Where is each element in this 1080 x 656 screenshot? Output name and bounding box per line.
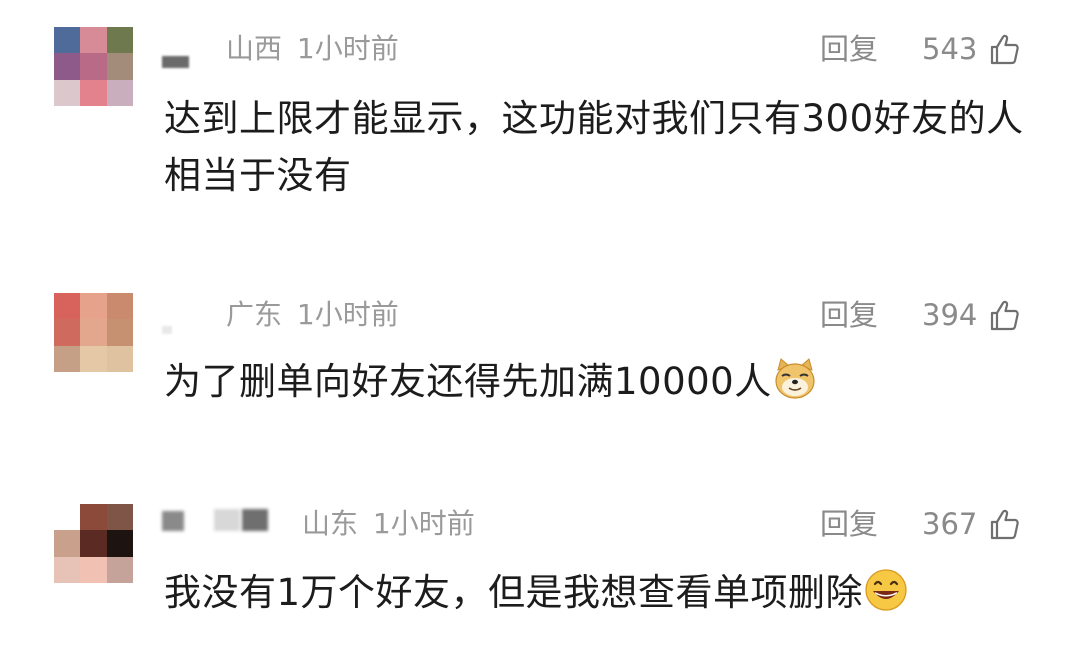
avatar-pixel bbox=[80, 319, 107, 346]
time-label: 1小时前 bbox=[296, 32, 399, 65]
comment-text-content: 为了删单向好友还得先加满10000人 bbox=[164, 360, 772, 403]
avatar-pixel bbox=[106, 345, 133, 372]
avatar-pixel bbox=[54, 530, 81, 557]
comment-text: 我没有1万个好友，但是我想查看单项删除 bbox=[164, 564, 1024, 621]
avatar-pixel bbox=[54, 556, 81, 583]
location-label: 山西 bbox=[226, 32, 283, 65]
avatar[interactable] bbox=[54, 293, 133, 372]
avatar-pixel bbox=[106, 27, 133, 54]
reply-button[interactable]: 回复 bbox=[820, 298, 878, 332]
thumbs-up-icon bbox=[991, 34, 1020, 65]
comment-meta: 广东 1小时前 bbox=[226, 298, 399, 332]
like-button[interactable]: 394 bbox=[922, 298, 1021, 332]
time-label: 1小时前 bbox=[296, 298, 399, 331]
avatar-pixel bbox=[106, 530, 133, 557]
avatar-pixel bbox=[80, 504, 107, 531]
location-label: 山东 bbox=[302, 507, 359, 540]
avatar-pixel bbox=[80, 530, 107, 557]
avatar-pixel bbox=[54, 293, 81, 320]
avatar[interactable] bbox=[54, 27, 133, 106]
avatar-pixel bbox=[54, 27, 81, 54]
like-count: 367 bbox=[922, 507, 978, 541]
avatar-pixel bbox=[54, 319, 81, 346]
avatar-pixel bbox=[106, 319, 133, 346]
doge-emoji-icon bbox=[775, 358, 815, 399]
blurred-nickname bbox=[162, 318, 182, 340]
like-count: 543 bbox=[922, 32, 978, 66]
time-label: 1小时前 bbox=[372, 507, 475, 540]
reply-button[interactable]: 回复 bbox=[820, 507, 878, 541]
avatar-pixel bbox=[80, 53, 107, 80]
like-button[interactable]: 367 bbox=[922, 507, 1021, 541]
like-button[interactable]: 543 bbox=[922, 32, 1021, 66]
thumbs-up-icon bbox=[991, 300, 1020, 331]
like-count: 394 bbox=[922, 298, 978, 332]
blurred-nickname bbox=[162, 48, 202, 70]
avatar-pixel bbox=[106, 556, 133, 583]
avatar-pixel bbox=[80, 345, 107, 372]
blurred-nickname bbox=[162, 507, 282, 531]
avatar[interactable] bbox=[54, 504, 133, 583]
avatar-pixel bbox=[80, 79, 107, 106]
avatar-pixel bbox=[80, 27, 107, 54]
avatar-pixel bbox=[80, 556, 107, 583]
comment-text-content: 我没有1万个好友，但是我想查看单项删除 bbox=[164, 571, 864, 614]
avatar-pixel bbox=[80, 293, 107, 320]
comment-meta: 山西 1小时前 bbox=[226, 32, 399, 66]
avatar-pixel bbox=[54, 79, 81, 106]
avatar-pixel bbox=[106, 53, 133, 80]
reply-button[interactable]: 回复 bbox=[820, 32, 878, 66]
comment-meta: 山东 1小时前 bbox=[302, 507, 475, 541]
grin-emoji-icon bbox=[865, 569, 907, 611]
avatar-pixel bbox=[54, 53, 81, 80]
thumbs-up-icon bbox=[991, 509, 1020, 540]
avatar-pixel bbox=[106, 79, 133, 106]
avatar-pixel bbox=[106, 504, 133, 531]
comment-text: 为了删单向好友还得先加满10000人 bbox=[164, 353, 1024, 410]
location-label: 广东 bbox=[226, 298, 283, 331]
avatar-pixel bbox=[54, 504, 81, 531]
comment-text: 达到上限才能显示，这功能对我们只有300好友的人相当于没有 bbox=[164, 97, 1024, 197]
avatar-pixel bbox=[106, 293, 133, 320]
avatar-pixel bbox=[54, 345, 81, 372]
